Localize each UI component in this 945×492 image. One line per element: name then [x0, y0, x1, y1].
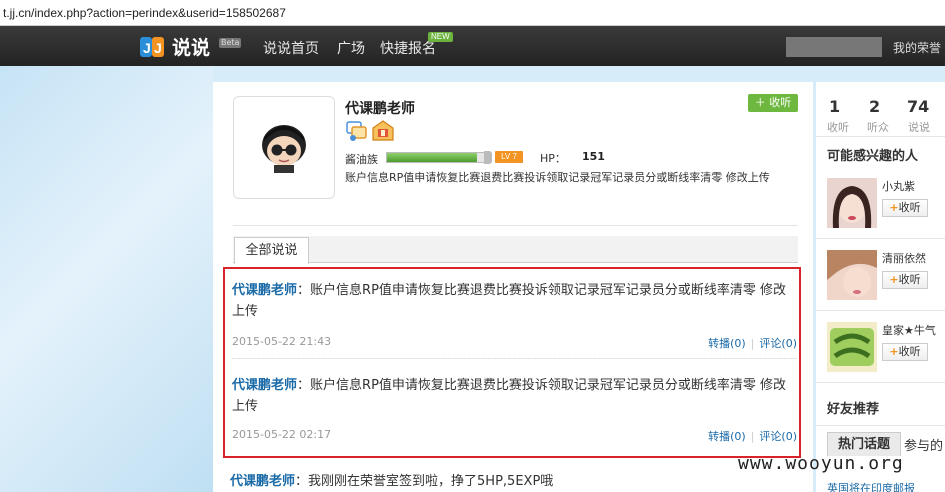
follow-label: 收听 [769, 96, 792, 109]
stat-followers-count[interactable]: 2 [869, 97, 880, 116]
svg-text:J: J [154, 40, 162, 56]
recommend-follow-label: 收听 [898, 201, 921, 214]
comment-link[interactable]: 评论(0) [759, 337, 797, 350]
logo-text[interactable]: 说说 [172, 33, 210, 60]
post-separator [232, 358, 797, 359]
stats-divider [816, 136, 945, 137]
nav-square[interactable]: 广场 [337, 38, 365, 58]
recommend-follow-button[interactable]: +收听 [882, 343, 928, 361]
recommend-follow-button[interactable]: +收听 [882, 199, 928, 217]
recommend-avatar[interactable] [827, 178, 877, 228]
recommend-divider [816, 238, 945, 239]
nav-home[interactable]: 说说首页 [263, 38, 319, 58]
hot-topic-link[interactable]: 英国将在印度邮报 [827, 480, 915, 492]
post-colon: ： [297, 283, 311, 298]
stat-posts-count[interactable]: 74 [907, 97, 929, 116]
profile-signature: 账户信息RP值申请恢复比赛退费比赛投诉领取记录冠军记录员分或断线率清零 修改上传 [345, 171, 770, 184]
action-separator: | [750, 430, 755, 443]
post-content: 我刚刚在荣誉室签到啦，挣了5HP,5EXP哦 [308, 474, 554, 489]
jj-logo-icon[interactable]: J J [140, 35, 166, 59]
recommend-divider [816, 310, 945, 311]
tab-joined[interactable]: 参与的 [904, 435, 943, 454]
background-decoration [0, 66, 213, 492]
level-name: 酱油族 [345, 153, 378, 166]
follow-button[interactable]: ＋ 收听 [748, 94, 798, 112]
post-time[interactable]: 2015-05-22 02:17 [232, 428, 331, 441]
profile-divider [233, 225, 798, 226]
post-item: 代课鹏老师：账户信息RP值申请恢复比赛退费比赛投诉领取记录冠军记录员分或断线率清… [232, 375, 797, 443]
post-item: 代课鹏老师：我刚刚在荣誉室签到啦，挣了5HP,5EXP哦 [230, 470, 553, 489]
exp-bar-cap [484, 151, 492, 164]
recommend-avatar[interactable] [827, 322, 877, 372]
profile-avatar[interactable] [233, 96, 335, 199]
hp-value: 151 [582, 150, 605, 163]
recommend-name[interactable]: 清丽依然 [882, 250, 926, 266]
post-text-line: 代课鹏老师：账户信息RP值申请恢复比赛退费比赛投诉领取记录冠军记录员分或断线率清… [232, 280, 797, 322]
repost-link[interactable]: 转播(0) [708, 337, 746, 350]
right-sidebar: 1 收听 2 听众 74 说说 可能感兴趣的人 小丸紫 +收听 清丽依然 +收听… [816, 82, 945, 492]
post-colon: ： [297, 378, 311, 393]
recommend-follow-label: 收听 [898, 345, 921, 358]
level-badge: LV 7 [495, 151, 523, 163]
post-tabs: 全部说说 [233, 236, 798, 264]
recommend-avatar[interactable] [827, 250, 877, 300]
post-item: 代课鹏老师：账户信息RP值申请恢复比赛退费比赛投诉领取记录冠军记录员分或断线率清… [232, 280, 797, 350]
profile-name: 代课鹏老师 [345, 101, 415, 117]
recommend-name[interactable]: 皇家★牛气 [882, 322, 936, 338]
friends-title: 好友推荐 [827, 402, 880, 417]
interest-title: 可能感兴趣的人 [827, 149, 919, 164]
action-separator: | [750, 337, 755, 350]
recommend-follow-label: 收听 [898, 273, 921, 286]
recommend-divider [816, 382, 945, 383]
stat-followers-label[interactable]: 听众 [867, 119, 889, 135]
post-author-link[interactable]: 代课鹏老师 [232, 378, 297, 393]
top-navigation: J J 说说 Beta 说说首页 广场 快捷报名 NEW 我的荣誉 [0, 26, 945, 66]
exp-progress-bar [386, 152, 486, 163]
post-colon: ： [295, 474, 309, 489]
post-content: 账户信息RP值申请恢复比赛退费比赛投诉领取记录冠军记录员分或断线率清零 修改 上… [232, 283, 787, 319]
beta-badge: Beta [219, 38, 242, 48]
highlighted-posts: 代课鹏老师：账户信息RP值申请恢复比赛退费比赛投诉领取记录冠军记录员分或断线率清… [223, 267, 801, 458]
repost-link[interactable]: 转播(0) [708, 430, 746, 443]
avatar-image [262, 125, 306, 173]
recommend-name[interactable]: 小丸紫 [882, 178, 915, 194]
exp-progress-fill [387, 153, 478, 162]
username-box[interactable] [786, 37, 882, 57]
post-content: 账户信息RP值申请恢复比赛退费比赛投诉领取记录冠军记录员分或断线率清零 修改 上… [232, 378, 787, 414]
svg-text:J: J [143, 40, 151, 56]
recommend-follow-button[interactable]: +收听 [882, 271, 928, 289]
new-badge: NEW [428, 32, 453, 42]
friends-divider [816, 425, 945, 426]
post-actions: 转播(0) | 评论(0) [708, 428, 797, 444]
watermark-text: www.wooyun.org [738, 453, 904, 474]
treasure-badge-icon[interactable] [372, 120, 394, 142]
hp-label: HP： [540, 152, 566, 165]
comment-link[interactable]: 评论(0) [759, 430, 797, 443]
post-author-link[interactable]: 代课鹏老师 [232, 283, 297, 298]
tab-all-posts[interactable]: 全部说说 [234, 237, 309, 264]
post-text-line: 代课鹏老师：账户信息RP值申请恢复比赛退费比赛投诉领取记录冠军记录员分或断线率清… [232, 375, 797, 417]
chat-badge-icon[interactable] [346, 120, 368, 142]
stat-following-count[interactable]: 1 [829, 97, 840, 116]
my-honors-link[interactable]: 我的荣誉 [893, 39, 941, 56]
post-actions: 转播(0) | 评论(0) [708, 335, 797, 351]
address-bar[interactable]: t.jj.cn/index.php?action=perindex&userid… [0, 0, 945, 26]
stat-following-label[interactable]: 收听 [827, 119, 849, 135]
post-time[interactable]: 2015-05-22 21:43 [232, 335, 331, 348]
stat-posts-label[interactable]: 说说 [908, 119, 930, 135]
post-author-link[interactable]: 代课鹏老师 [230, 474, 295, 489]
